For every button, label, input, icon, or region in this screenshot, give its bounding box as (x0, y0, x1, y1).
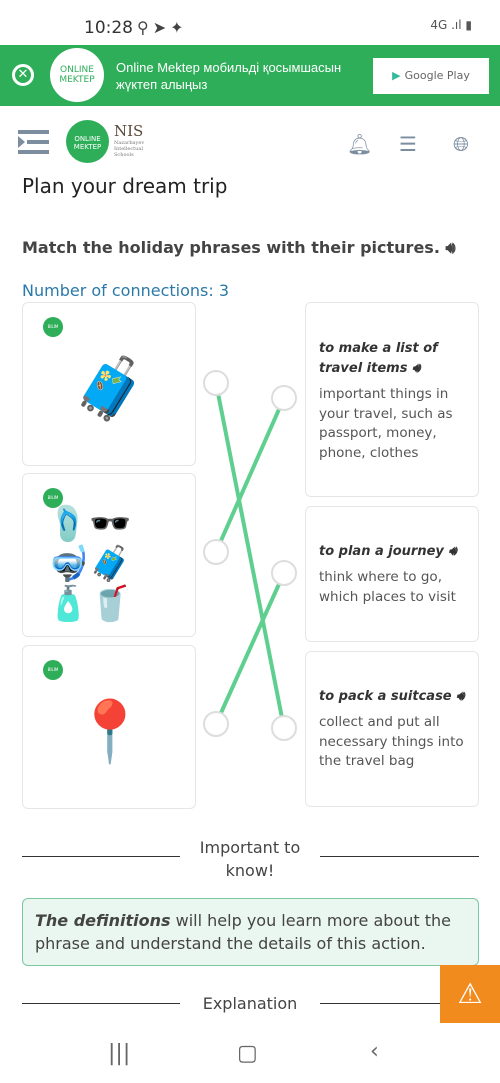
left-connector[interactable] (203, 711, 229, 737)
right-connector[interactable] (271, 715, 297, 741)
divider (22, 1003, 180, 1004)
divider (22, 856, 180, 857)
android-nav-bar: ||| ▢ ‹ (0, 1025, 500, 1083)
connection-line (214, 397, 286, 553)
left-connector[interactable] (203, 539, 229, 565)
right-connector[interactable] (271, 385, 297, 411)
right-connector[interactable] (271, 560, 297, 586)
back-icon[interactable]: ‹ (370, 1039, 379, 1064)
left-connector[interactable] (203, 370, 229, 396)
important-heading: Important to know! (199, 838, 301, 880)
info-box: The definitions will help you learn more… (22, 898, 479, 966)
explanation-heading: Explanation (202, 994, 298, 1013)
recent-apps-icon[interactable]: ||| (108, 1041, 130, 1066)
connection-line (214, 572, 286, 725)
home-icon[interactable]: ▢ (237, 1041, 258, 1066)
warning-icon[interactable]: ⚠ (440, 965, 500, 1023)
divider (320, 1003, 440, 1004)
divider (320, 856, 479, 857)
